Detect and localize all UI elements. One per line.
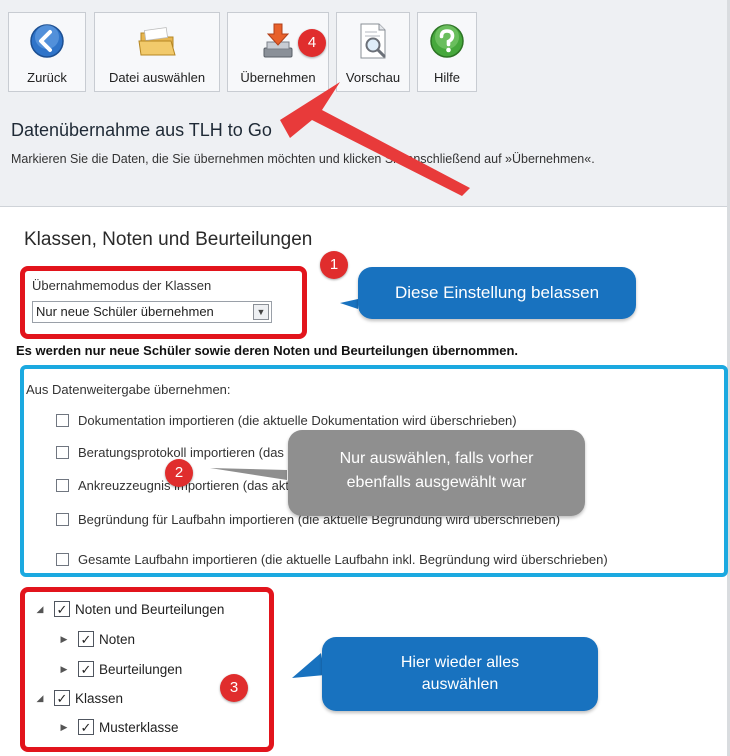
step-badge-2: 2	[165, 459, 193, 487]
callout-select-if-selected-before: Nur auswählen, falls vorher ebenfalls au…	[288, 430, 585, 516]
bubble-1-pointer	[340, 299, 358, 309]
callout-keep-setting-text: Diese Einstellung belassen	[394, 283, 600, 302]
callout-line-2: ebenfalls ausgewählt war	[346, 474, 527, 491]
callout-line-1: Hier wieder alles	[400, 654, 520, 671]
callout-line-2: auswählen	[421, 676, 499, 693]
arrow-to-import-icon	[280, 82, 470, 196]
callout-select-all: Hier wieder alles auswählen	[322, 637, 598, 711]
bubble-2-pointer	[210, 468, 287, 480]
callout-line-1: Nur auswählen, falls vorher	[339, 450, 534, 467]
step-badge-1: 1	[320, 251, 348, 279]
callout-keep-setting: Diese Einstellung belassen	[358, 267, 636, 319]
step-badge-3: 3	[220, 674, 248, 702]
bubble-3-pointer	[292, 653, 325, 678]
step-badge-4: 4	[298, 29, 326, 57]
